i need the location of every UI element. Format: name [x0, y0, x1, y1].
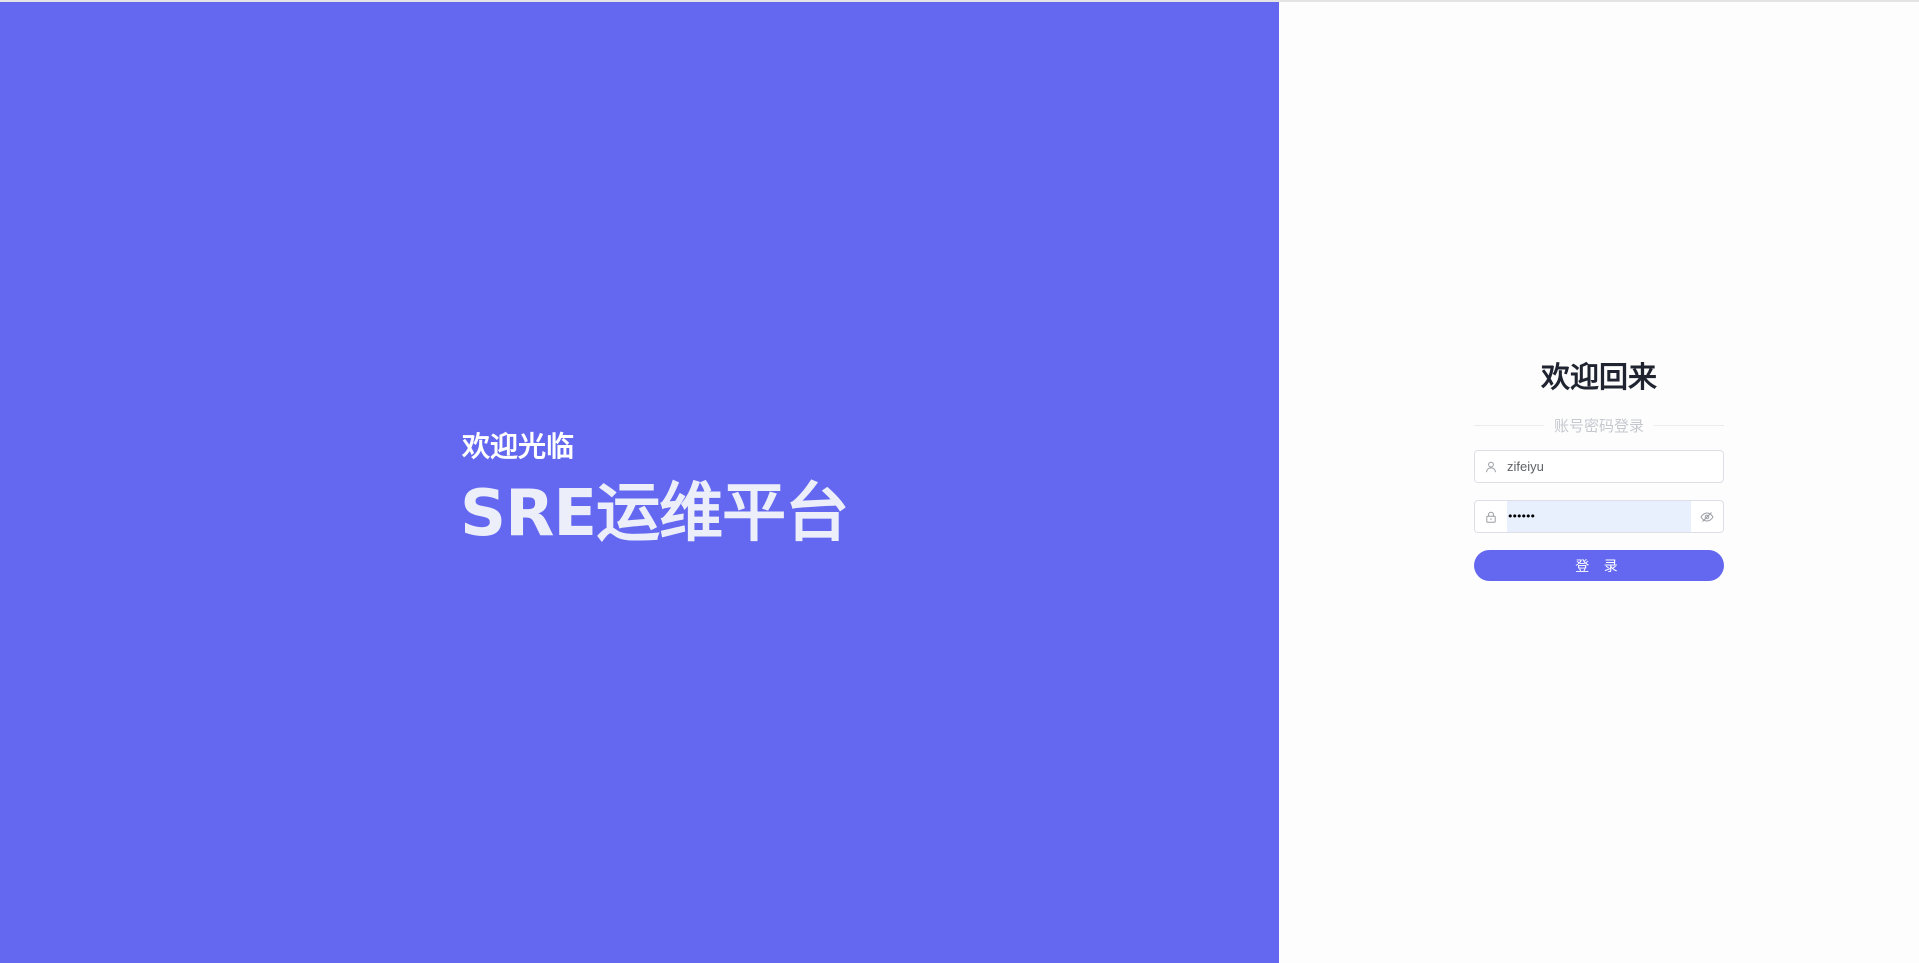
login-button[interactable]: 登 录	[1474, 550, 1724, 581]
login-title: 欢迎回来	[1540, 360, 1657, 394]
username-field[interactable]	[1474, 450, 1724, 483]
login-page: 欢迎光临 SRE运维平台 欢迎回来 账号密码登录 zifeiyu •••••• …	[0, 0, 1919, 963]
hero-platform-title: SRE运维平台	[460, 477, 849, 551]
login-method-label: 账号密码登录	[1554, 416, 1645, 435]
divider-line-left	[1474, 424, 1544, 426]
divider-line-right	[1654, 424, 1725, 426]
login-method-divider: 账号密码登录	[1474, 414, 1725, 436]
password-input[interactable]: ••••••	[1507, 501, 1691, 532]
password-field[interactable]: ••••••	[1474, 500, 1724, 533]
lock-icon	[1475, 501, 1507, 532]
hero-welcome-text: 欢迎光临	[462, 430, 575, 463]
username-input[interactable]	[1507, 451, 1723, 482]
eye-hidden-icon[interactable]	[1691, 501, 1723, 532]
user-icon	[1475, 451, 1507, 482]
password-mask: ••••••	[1507, 510, 1536, 523]
login-form: 欢迎回来 账号密码登录 zifeiyu •••••• 登 录	[1474, 352, 1725, 581]
